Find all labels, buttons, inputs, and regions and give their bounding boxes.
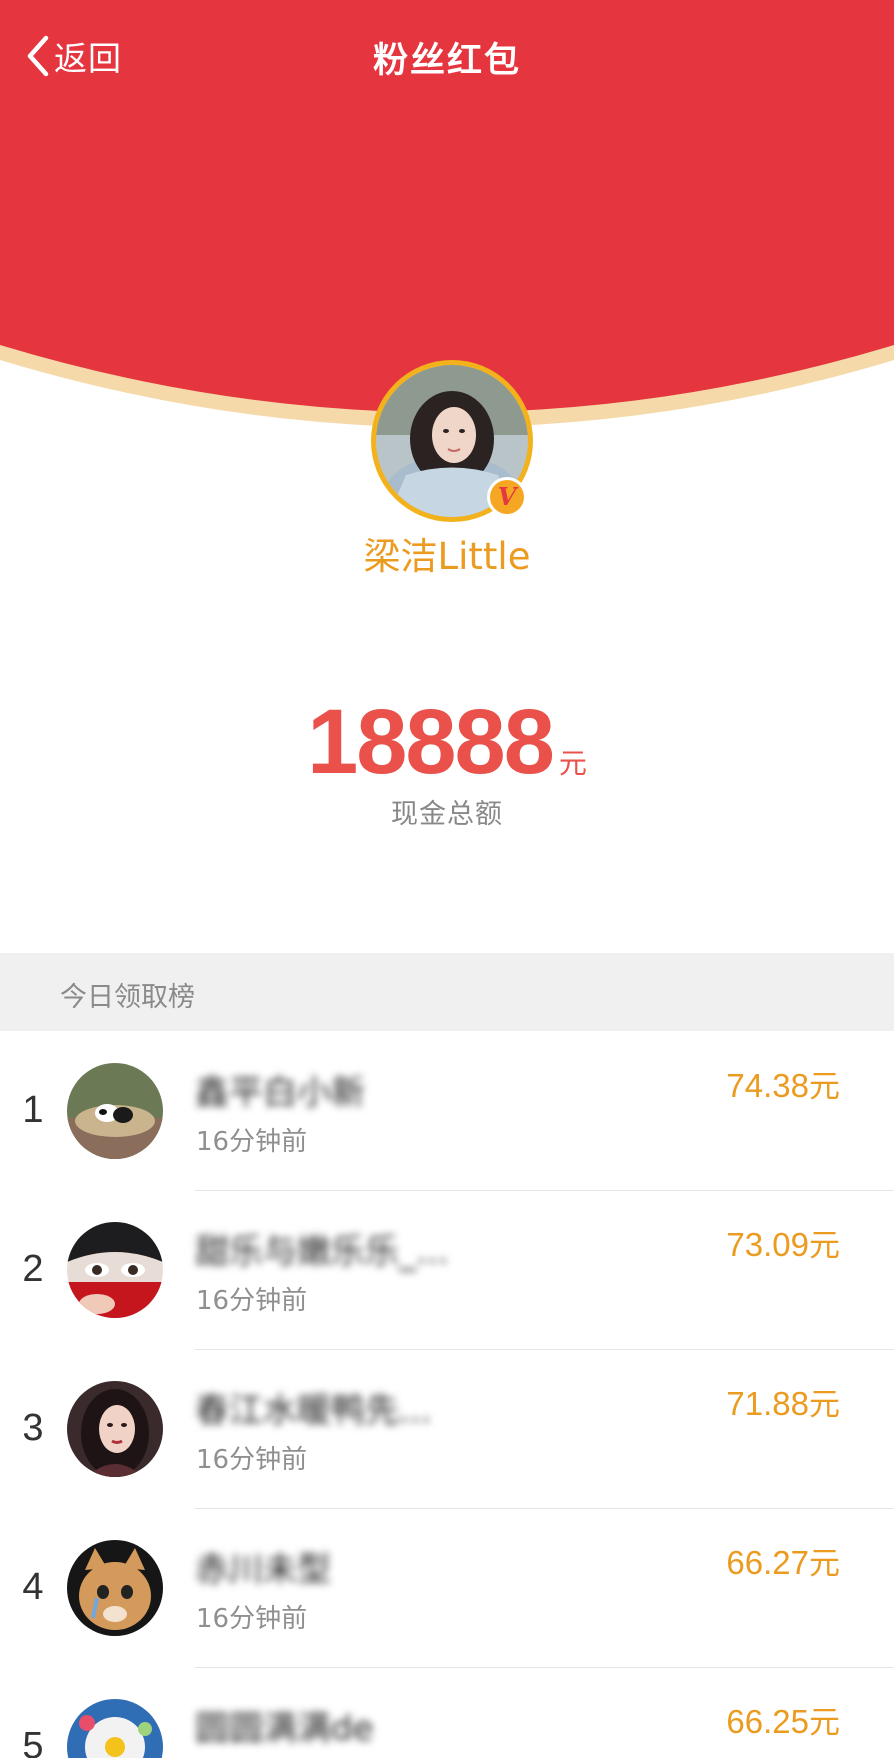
claim-amount-unit: 元 [809,1705,840,1741]
avatar-image [67,1699,163,1758]
claim-amount-unit: 元 [809,1069,840,1105]
rank-number: 5 [22,1725,44,1758]
list-item[interactable]: 3 春江水暖鸭先... 16分钟前 71.88元 [0,1349,894,1509]
list-item[interactable]: 1 鑫平白小新 16分钟前 74.38元 [0,1031,894,1191]
claim-amount: 73.09元 [726,1220,840,1265]
avatar-image [67,1381,163,1477]
claim-amount-value: 71.88 [726,1385,809,1422]
avatar-image [67,1063,163,1159]
avatar[interactable] [67,1699,163,1758]
avatar[interactable] [67,1540,163,1636]
avatar-image [67,1540,163,1636]
claim-amount: 71.88元 [726,1379,840,1424]
claim-time: 16分钟前 [196,1445,308,1475]
claim-amount-unit: 元 [809,1228,840,1264]
claim-amount: 66.25元 [726,1697,840,1742]
claim-amount-unit: 元 [809,1387,840,1423]
avatar[interactable] [67,1381,163,1477]
rank-number: 2 [22,1248,44,1290]
total-amount: 18888 元 [0,690,894,795]
claim-time: 16分钟前 [196,1127,308,1157]
claim-amount-value: 66.27 [726,1544,809,1581]
total-amount-unit: 元 [558,747,587,780]
avatar[interactable] [67,1222,163,1318]
rank-number: 3 [22,1407,44,1449]
profile-name[interactable]: 梁洁Little [0,526,894,580]
user-name: 春江水暖鸭先... [195,1391,432,1431]
total-amount-label: 现金总额 [391,799,503,830]
total-amount-value: 18888 [307,691,555,793]
list-item[interactable]: 4 赤川未型 16分钟前 66.27元 [0,1508,894,1668]
avatar[interactable] [67,1063,163,1159]
claim-amount-value: 74.38 [726,1067,809,1104]
claim-amount-value: 73.09 [726,1226,809,1263]
user-name: 圆圆满满de [195,1709,374,1749]
claim-amount-unit: 元 [809,1546,840,1582]
verified-badge-icon: V [487,477,527,517]
claim-amount: 66.27元 [726,1538,840,1583]
avatar-image [67,1222,163,1318]
list-item[interactable]: 2 甜乐与嫩乐乐_... 16分钟前 73.09元 [0,1190,894,1350]
claim-amount: 74.38元 [726,1061,840,1106]
claim-time: 16分钟前 [196,1286,308,1316]
user-name: 赤川未型 [195,1550,331,1590]
leaderboard-header: 今日领取榜 [0,953,894,1031]
list-item[interactable]: 5 圆圆满满de 66.25元 [0,1667,894,1758]
user-name: 甜乐与嫩乐乐_... [195,1232,449,1272]
claim-time: 16分钟前 [196,1604,308,1634]
rank-number: 4 [22,1566,44,1608]
rank-number: 1 [22,1089,44,1131]
claim-amount-value: 66.25 [726,1703,809,1740]
page-title: 粉丝红包 [372,41,521,81]
user-name: 鑫平白小新 [195,1073,365,1113]
leaderboard-title: 今日领取榜 [60,982,195,1013]
